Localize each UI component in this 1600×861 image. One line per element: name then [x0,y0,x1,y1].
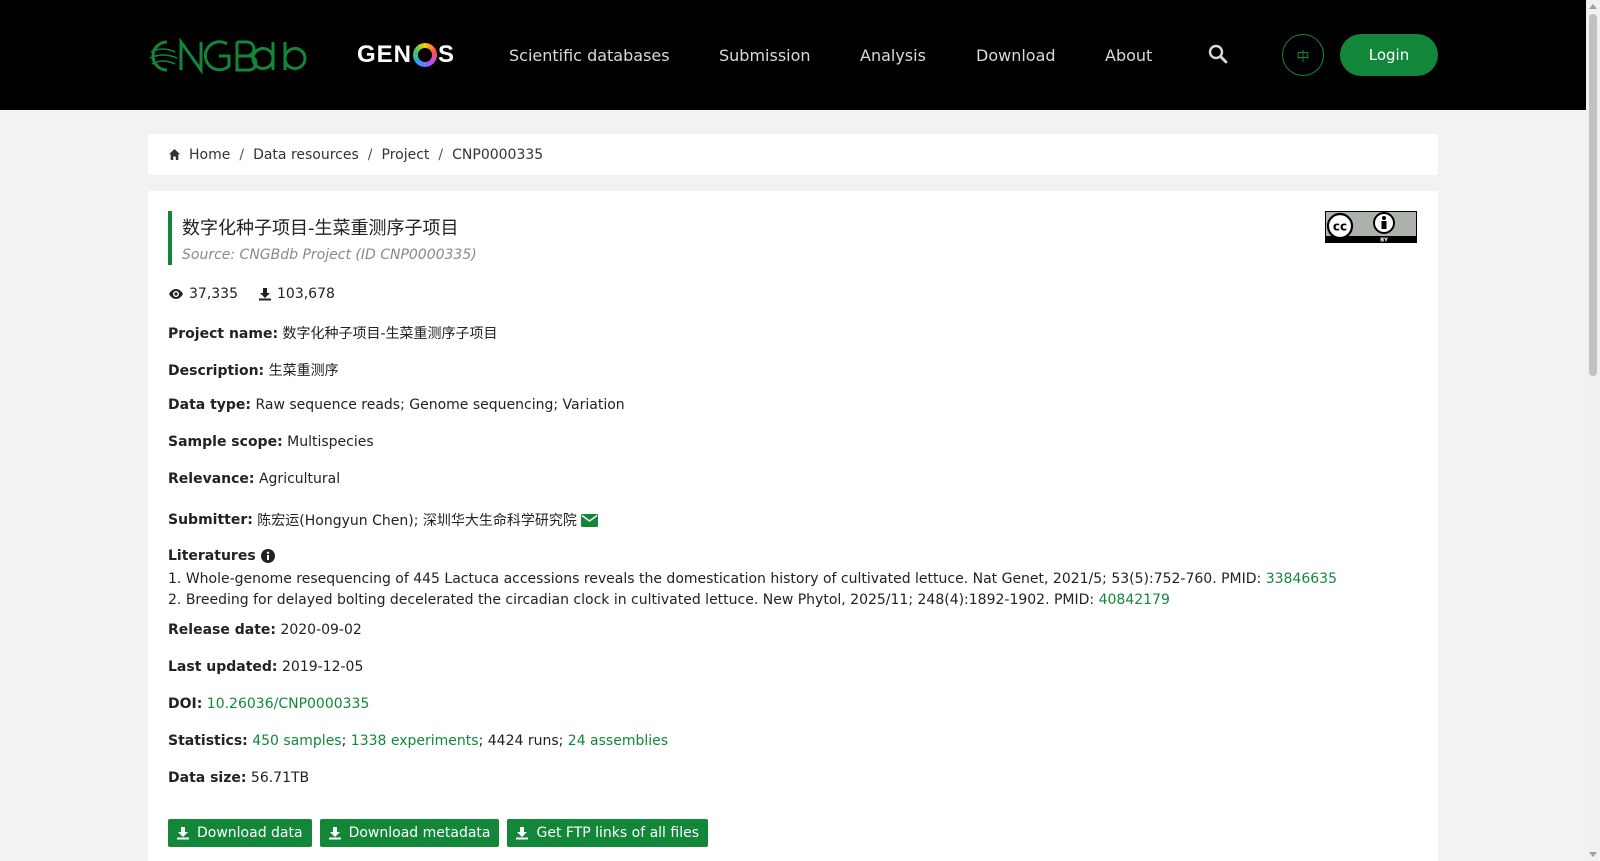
field-statistics: Statistics: 450 samples; 1338 experiment… [168,733,669,749]
field-relevance: Relevance: Agricultural [168,471,341,487]
download-icon [516,827,529,840]
top-navbar: GEN S Scientific databases Submission Ana… [0,0,1586,110]
nav-download[interactable]: Download [976,0,1056,110]
field-data-size: Data size: 56.71TB [168,770,310,786]
project-source: Source: CNGBdb Project (ID CNP0000335) [182,247,477,263]
download-data-button[interactable]: Download data [168,819,312,847]
download-metadata-button[interactable]: Download metadata [319,819,500,847]
genos-logo[interactable]: GEN S [357,38,455,72]
list-item: 2. Breeding for delayed bolting decelera… [168,592,1170,608]
svg-text:BY: BY [1380,238,1389,244]
ftp-links-button[interactable]: Get FTP links of all files [507,819,709,847]
breadcrumb-current: CNP0000335 [452,146,544,163]
nav-analysis[interactable]: Analysis [860,0,926,110]
language-toggle-button[interactable]: 中 [1282,34,1324,76]
genos-logo-text-end: S [438,41,456,68]
nav-scientific-databases[interactable]: Scientific databases [509,0,670,110]
field-release-date: Release date: 2020-09-02 [168,622,362,638]
envelope-icon[interactable] [580,513,598,527]
project-header: 数字化种子项目-生菜重测序子项目 Source: CNGBdb Project … [168,211,477,265]
cngbdb-logo[interactable] [147,36,307,76]
literature-list: 1. Whole-genome resequencing of 445 Lact… [168,569,1337,611]
view-count: 37,335 [189,286,238,302]
experiments-link[interactable]: 1338 experiments [351,733,479,749]
field-data-type: Data type: Raw sequence reads; Genome se… [168,397,625,413]
svg-text:cc: cc [1333,220,1347,234]
pmid-link[interactable]: 40842179 [1099,592,1170,608]
action-buttons: Download data Download metadata Get FTP … [168,819,709,847]
list-item: 1. Whole-genome resequencing of 445 Lact… [168,571,1337,587]
nav-about[interactable]: About [1105,0,1152,110]
field-doi: DOI: 10.26036/CNP0000335 [168,696,370,712]
info-icon[interactable] [260,549,275,563]
eye-icon [169,289,183,299]
field-last-updated: Last updated: 2019-12-05 [168,659,364,675]
download-count: 103,678 [277,286,335,302]
page-title: 数字化种子项目-生菜重测序子项目 [182,218,459,239]
scrollbar-thumb[interactable] [1589,14,1597,376]
literatures-heading: Literatures [168,548,275,564]
pmid-link[interactable]: 33846635 [1266,571,1337,587]
field-submitter: Submitter: 陈宏运(Hongyun Chen); 深圳华大生命科学研究… [168,510,598,530]
field-sample-scope: Sample scope: Multispecies [168,434,374,450]
scroll-up-arrow-icon[interactable] [1589,4,1597,9]
cc-by-license-icon[interactable]: cc BY [1325,211,1417,243]
view-download-counts: 37,335 103,678 [168,286,335,302]
doi-link[interactable]: 10.26036/CNP0000335 [207,696,370,712]
breadcrumb-data-resources[interactable]: Data resources [253,147,359,163]
download-icon [177,827,189,840]
home-icon [169,149,180,160]
nav-submission[interactable]: Submission [719,0,811,110]
breadcrumb-separator: / [239,146,245,163]
login-button[interactable]: Login [1340,34,1438,76]
genos-ring-icon [413,43,438,67]
scroll-down-arrow-icon[interactable] [1589,852,1597,857]
download-icon [328,827,341,840]
field-project-name: Project name: 数字化种子项目-生菜重测序子项目 [168,326,498,342]
field-description: Description: 生菜重测序 [168,363,339,379]
assemblies-link[interactable]: 24 assemblies [568,733,668,749]
page-scrollbar[interactable] [1586,0,1600,861]
breadcrumb-separator: / [438,146,444,163]
search-icon[interactable] [1208,44,1228,64]
breadcrumb-separator: / [367,146,373,163]
project-detail-card: 数字化种子项目-生菜重测序子项目 Source: CNGBdb Project … [148,191,1438,861]
breadcrumb: Home / Data resources / Project / CNP000… [148,134,1438,175]
download-icon [259,288,271,301]
genos-logo-text: GEN [357,41,413,68]
breadcrumb-home[interactable]: Home [189,147,230,163]
breadcrumb-project[interactable]: Project [382,147,430,163]
samples-link[interactable]: 450 samples [252,733,341,749]
runs-count: 4424 runs [487,733,559,749]
